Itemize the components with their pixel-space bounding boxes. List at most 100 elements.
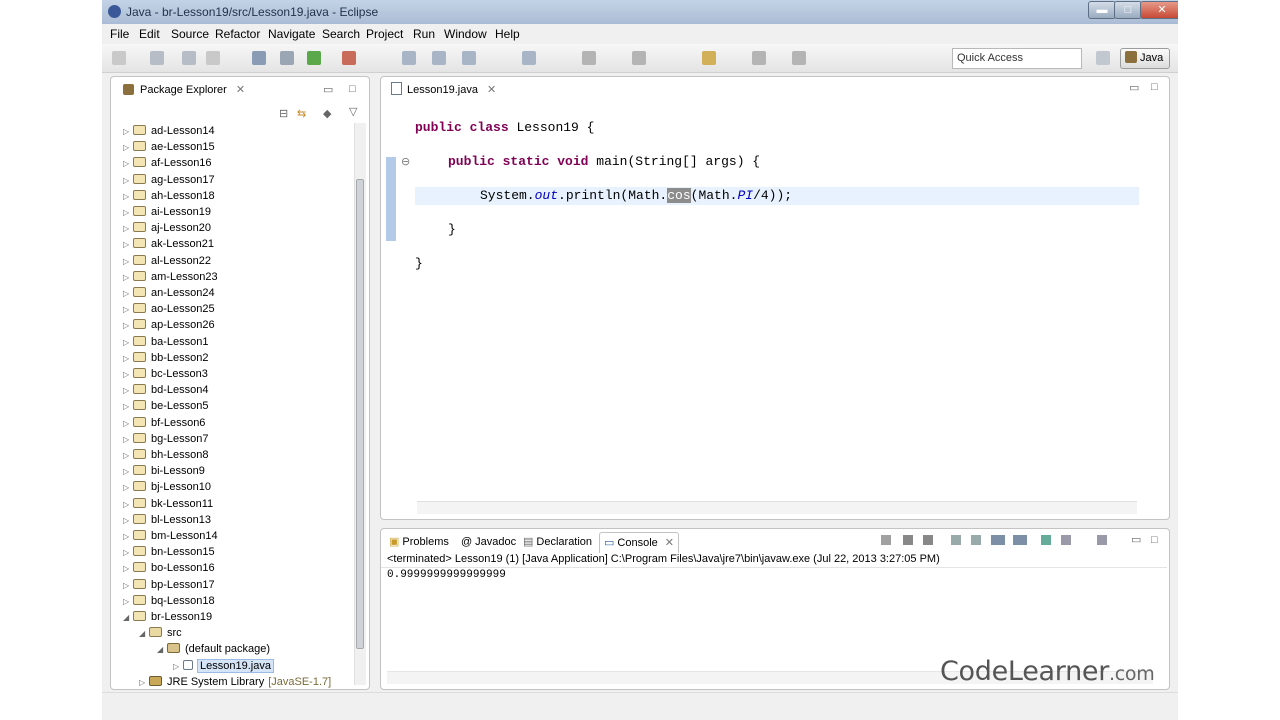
expand-arrow-icon[interactable]: ▷	[123, 448, 133, 464]
tree-item-project[interactable]: ▷ ap-Lesson26	[123, 317, 215, 333]
tree-item-project[interactable]: ▷ be-Lesson5	[123, 398, 209, 414]
show-whitespace-icon[interactable]	[632, 51, 646, 65]
menu-file[interactable]: File	[110, 27, 129, 41]
run-icon[interactable]	[307, 51, 321, 65]
show-on-output-icon[interactable]	[991, 535, 1005, 545]
minimize-console-icon[interactable]: ▭	[1131, 535, 1141, 546]
tree-item-jre-library[interactable]: ▷ JRE System Library [JavaSE-1.7]	[139, 674, 331, 689]
expand-arrow-icon[interactable]: ▷	[123, 464, 133, 480]
tree-item-project[interactable]: ▷ bq-Lesson18	[123, 593, 215, 609]
expand-arrow-icon[interactable]: ▷	[123, 140, 133, 156]
quick-access-field[interactable]: Quick Access	[952, 48, 1082, 69]
display-console-icon[interactable]	[1061, 535, 1071, 545]
tree-item-project[interactable]: ▷ ak-Lesson21	[123, 236, 214, 252]
tree-item-project[interactable]: ▷ bg-Lesson7	[123, 431, 209, 447]
tree-item-project[interactable]: ▷ bh-Lesson8	[123, 447, 209, 463]
show-on-error-icon[interactable]	[1013, 535, 1027, 545]
expand-arrow-icon[interactable]: ▷	[123, 383, 133, 399]
new-class-icon[interactable]	[462, 51, 476, 65]
menu-search[interactable]: Search	[322, 27, 360, 41]
tree-item-project[interactable]: ▷ ae-Lesson15	[123, 139, 215, 155]
tree-item-project[interactable]: ▷ ad-Lesson14	[123, 123, 215, 139]
tab-javadoc[interactable]: @ Javadoc	[457, 532, 520, 552]
expand-arrow-icon[interactable]: ▷	[123, 286, 133, 302]
tree-item-project[interactable]: ▷ bn-Lesson15	[123, 544, 215, 560]
remove-all-icon[interactable]	[923, 535, 933, 545]
print-icon[interactable]	[206, 51, 220, 65]
tree-item-project[interactable]: ▷ bi-Lesson9	[123, 463, 205, 479]
expand-arrow-icon[interactable]: ▷	[123, 594, 133, 610]
tree-item-project[interactable]: ▷ af-Lesson16	[123, 155, 212, 171]
editor-horizontal-scrollbar[interactable]	[417, 501, 1137, 514]
save-all-icon[interactable]	[182, 51, 196, 65]
expand-arrow-icon[interactable]: ▷	[123, 237, 133, 253]
tree-item-project[interactable]: ▷ bd-Lesson4	[123, 382, 209, 398]
clear-console-icon[interactable]	[951, 535, 961, 545]
collapse-arrow-icon[interactable]: ◢	[139, 626, 149, 642]
open-console-icon[interactable]	[1097, 535, 1107, 545]
expand-arrow-icon[interactable]: ▷	[123, 399, 133, 415]
tree-item-project[interactable]: ▷ bk-Lesson11	[123, 496, 213, 512]
toggle-mark-icon[interactable]	[582, 51, 596, 65]
pin-console-icon[interactable]	[1041, 535, 1051, 545]
expand-arrow-icon[interactable]: ▷	[123, 432, 133, 448]
tree-item-project[interactable]: ▷ bp-Lesson17	[123, 577, 215, 593]
menu-navigate[interactable]: Navigate	[268, 27, 315, 41]
expand-arrow-icon[interactable]: ▷	[139, 675, 149, 689]
tree-item-project[interactable]: ▷ bc-Lesson3	[123, 366, 208, 382]
expand-arrow-icon[interactable]: ▷	[123, 561, 133, 577]
expand-arrow-icon[interactable]: ▷	[123, 497, 133, 513]
maximize-view-icon[interactable]: □	[349, 83, 356, 95]
menu-edit[interactable]: Edit	[139, 27, 160, 41]
expand-arrow-icon[interactable]: ▷	[123, 335, 133, 351]
open-type-icon[interactable]	[522, 51, 536, 65]
menu-source[interactable]: Source	[171, 27, 209, 41]
tree-item-lesson19-java[interactable]: ▷ Lesson19.java	[173, 658, 274, 675]
expand-arrow-icon[interactable]: ▷	[123, 529, 133, 545]
tree-item-project[interactable]: ▷ bl-Lesson13	[123, 512, 211, 528]
tree-item-project[interactable]: ▷ al-Lesson22	[123, 253, 211, 269]
tree-item-project[interactable]: ▷ bo-Lesson16	[123, 560, 215, 576]
new-icon[interactable]	[112, 51, 126, 65]
console-vertical-scrollbar[interactable]	[1155, 569, 1166, 671]
tree-item-project[interactable]: ▷ aj-Lesson20	[123, 220, 211, 236]
save-icon[interactable]	[150, 51, 164, 65]
menu-window[interactable]: Window	[444, 27, 487, 41]
menu-run[interactable]: Run	[413, 27, 435, 41]
terminate-icon[interactable]	[881, 535, 891, 545]
forward-icon[interactable]	[792, 51, 806, 65]
maximize-button[interactable]: □	[1114, 1, 1142, 19]
expand-arrow-icon[interactable]: ▷	[123, 416, 133, 432]
expand-arrow-icon[interactable]: ▷	[173, 659, 183, 675]
maximize-console-icon[interactable]: □	[1151, 535, 1158, 546]
tree-item-project[interactable]: ▷ bb-Lesson2	[123, 350, 209, 366]
collapse-all-icon[interactable]: ⊟	[279, 107, 288, 120]
tree-item-project[interactable]: ▷ ao-Lesson25	[123, 301, 215, 317]
expand-arrow-icon[interactable]: ▷	[123, 513, 133, 529]
tree-item-project[interactable]: ▷ bj-Lesson10	[123, 479, 211, 495]
remove-launch-icon[interactable]	[903, 535, 913, 545]
code-area[interactable]: ⊖ public class Lesson19 { public static …	[381, 113, 1141, 503]
expand-arrow-icon[interactable]: ▷	[123, 156, 133, 172]
open-perspective-icon[interactable]	[1096, 51, 1110, 65]
expand-arrow-icon[interactable]: ▷	[123, 318, 133, 334]
tab-problems[interactable]: ▣ Problems	[385, 532, 453, 552]
tree-item-project[interactable]: ▷ ah-Lesson18	[123, 188, 215, 204]
focus-icon[interactable]: ◆	[323, 107, 331, 120]
scrollbar-thumb[interactable]	[356, 179, 364, 649]
fold-toggle-icon[interactable]: ⊖	[401, 155, 410, 168]
package-explorer-scrollbar[interactable]	[354, 123, 366, 685]
close-tab-icon[interactable]: ✕	[236, 84, 245, 96]
tab-package-explorer[interactable]: Package Explorer ✕	[115, 80, 253, 100]
tab-lesson19-java[interactable]: Lesson19.java ✕	[383, 80, 505, 100]
expand-arrow-icon[interactable]: ▷	[123, 189, 133, 205]
tree-item-default-package[interactable]: ◢ (default package)	[157, 641, 270, 657]
tree-item-src[interactable]: ◢ src	[139, 625, 182, 641]
new-java-project-icon[interactable]	[402, 51, 416, 65]
expand-arrow-icon[interactable]: ▷	[123, 545, 133, 561]
expand-arrow-icon[interactable]: ▷	[123, 205, 133, 221]
tree-item-project[interactable]: ▷ ba-Lesson1	[123, 334, 209, 350]
expand-arrow-icon[interactable]: ▷	[123, 578, 133, 594]
new-package-icon[interactable]	[432, 51, 446, 65]
tab-console[interactable]: ▭ Console ✕	[599, 532, 679, 553]
